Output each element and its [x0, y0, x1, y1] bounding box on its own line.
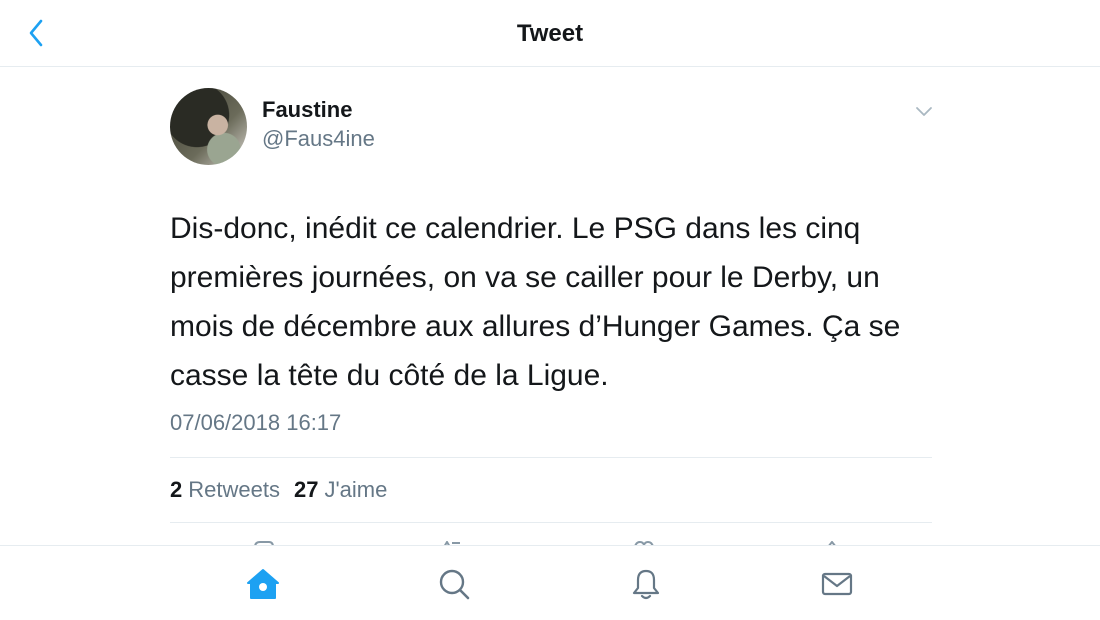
retweets-stat[interactable]: 2 Retweets [170, 477, 280, 503]
author-handle[interactable]: @Faus4ine [262, 126, 375, 152]
tweet-options-button[interactable] [914, 104, 934, 118]
avatar[interactable] [170, 88, 247, 165]
home-icon [247, 569, 279, 599]
tab-home[interactable] [243, 564, 283, 604]
chevron-down-icon [916, 107, 932, 116]
tab-notifications[interactable] [626, 564, 666, 604]
likes-stat[interactable]: 27 J'aime [294, 477, 387, 503]
mail-icon [821, 572, 853, 596]
tweet-timestamp: 07/06/2018 16:17 [170, 410, 342, 435]
likes-count: 27 [293, 477, 319, 502]
tweet-text: Dis-donc, inédit ce calendrier. Le PSG d… [170, 212, 901, 392]
bell-icon [632, 569, 660, 600]
retweets-label: Retweets [188, 477, 280, 502]
retweets-count: 2 [170, 477, 183, 502]
page-title: Tweet [516, 20, 584, 47]
bottom-tab-bar [0, 545, 1100, 620]
author-name[interactable]: Faustine [262, 97, 352, 123]
tweet-stats: 2 Retweets 27 J'aime [170, 477, 387, 503]
search-icon [439, 569, 470, 600]
divider [170, 457, 932, 458]
likes-label: J'aime [324, 477, 388, 502]
top-bar: Tweet [0, 0, 1100, 67]
tab-messages[interactable] [817, 564, 857, 604]
tab-search[interactable] [434, 564, 474, 604]
divider [170, 522, 932, 523]
